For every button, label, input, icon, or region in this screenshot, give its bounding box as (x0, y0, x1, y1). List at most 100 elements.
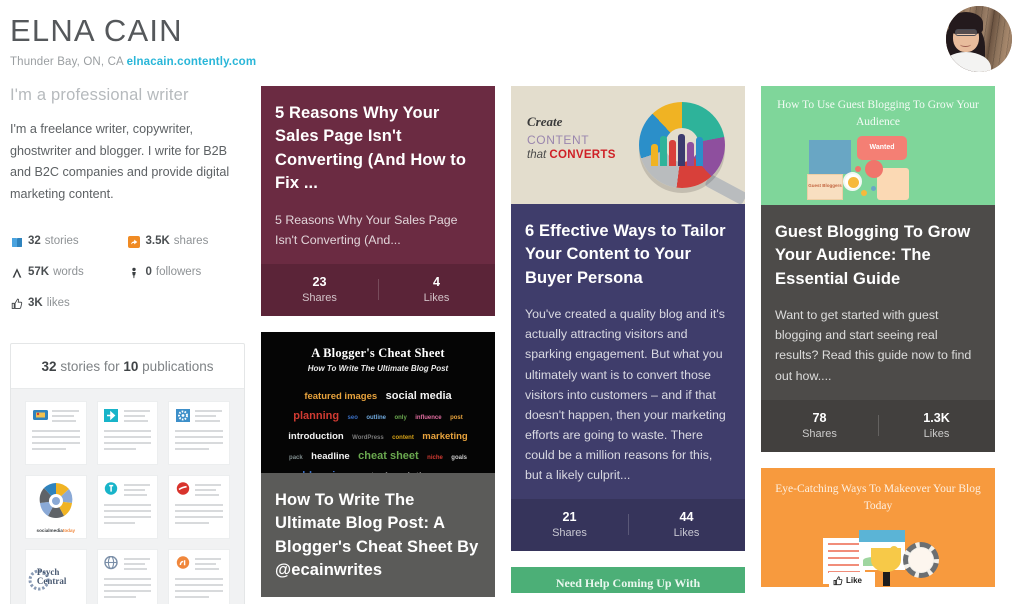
stat-value: 3.5K (145, 235, 170, 248)
card-image-converts: Create CONTENT that CONVERTS (511, 86, 745, 204)
word-cloud-word: post (450, 414, 463, 421)
publication-card[interactable] (96, 548, 159, 604)
card-content: How To Write The Ultimate Blog Post: A B… (261, 473, 495, 597)
avatar-smile (960, 42, 971, 47)
publication-card[interactable]: Psych Central (25, 548, 87, 604)
guest-board-graphic (809, 140, 851, 174)
shares-label: Shares (802, 427, 837, 440)
word-cloud-word: seo (347, 414, 358, 421)
word-cloud-word: outline (366, 414, 387, 421)
stat-label: likes (46, 297, 70, 310)
publication-card[interactable] (96, 400, 159, 465)
column-3: How To Use Guest Blogging To Grow Your A… (761, 86, 995, 604)
publications-count: 10 (123, 358, 139, 374)
likes-count: 44 (679, 510, 694, 525)
socialmediatoday-wordmark: socialmedia (36, 528, 63, 534)
avatar[interactable] (946, 6, 1012, 72)
card-content: Guest Blogging To Grow Your Audience: Th… (761, 205, 995, 400)
word-cloud: featured images social media planning se… (261, 385, 495, 473)
likes-count: 4 (432, 274, 440, 289)
stat-stories: 32 stories (10, 236, 128, 249)
card-stats-footer: 21 Shares 44 Likes (511, 499, 745, 552)
socialmediatoday-logo (36, 481, 76, 526)
publication-card[interactable]: socialmediatoday (25, 474, 87, 539)
word-cloud-word: meta description (357, 471, 433, 473)
card-title: How To Write The Ultimate Blog Post: A B… (275, 490, 479, 580)
card-image-makeover: Eye-Catching Ways To Makeover Your Blog … (761, 467, 995, 587)
makeover-like-button-graphic: Like (829, 571, 875, 587)
card-cheat-sheet[interactable]: A Blogger's Cheat Sheet How To Write The… (261, 331, 495, 597)
word-cloud-word: WordPress (352, 434, 384, 441)
stat-value: 3K (28, 297, 43, 310)
stat-label: words (53, 266, 84, 279)
makeover-trophy-graphic (871, 547, 901, 586)
card-shares: 78 Shares (761, 411, 878, 440)
word-cloud-word: blogging (302, 470, 348, 473)
word-cloud-word: featured images (304, 390, 378, 402)
avatar-glasses (955, 29, 977, 36)
word-cloud-word: niche (427, 454, 443, 461)
header-subtitle: Thunder Bay, ON, CA elnacain.contently.c… (10, 56, 1024, 68)
word-cloud-word: introduction (288, 430, 344, 442)
publication-card[interactable] (25, 400, 87, 465)
stat-likes: 3K likes (10, 298, 128, 311)
card-makeover[interactable]: Eye-Catching Ways To Makeover Your Blog … (761, 467, 995, 587)
stats-list: 32 stories 3.5K shares 57K words 0 follo… (10, 236, 245, 329)
share-icon (128, 236, 141, 249)
card-buyer-persona[interactable]: Create CONTENT that CONVERTS 6 Effective… (511, 86, 745, 552)
card-sales-page[interactable]: 5 Reasons Why Your Sales Page Isn't Conv… (261, 86, 495, 316)
psychcentral-logo: Psych Central (28, 564, 84, 598)
page-header: ELNA CAIN Thunder Bay, ON, CA elnacain.c… (0, 0, 1024, 86)
shares-count: 23 (312, 274, 327, 289)
website-link[interactable]: elnacain.contently.com (127, 56, 257, 68)
column-2: Create CONTENT that CONVERTS 6 Effective… (511, 86, 745, 604)
stat-words: 57K words (10, 267, 128, 280)
bio-text: I'm a freelance writer, copywriter, ghos… (10, 122, 230, 201)
thumbs-up-icon (10, 298, 23, 311)
card-content: 5 Reasons Why Your Sales Page Isn't Conv… (261, 86, 495, 264)
magnifier-handle (704, 173, 745, 204)
publication-card[interactable] (168, 548, 230, 604)
stat-value: 32 (28, 235, 41, 248)
makeover-like-label: Like (846, 576, 863, 586)
card-need-help[interactable]: Need Help Coming Up With (511, 567, 745, 594)
need-help-image-title: Need Help Coming Up With (555, 576, 701, 591)
likes-label: Likes (673, 527, 700, 540)
orange-circle-logo (175, 556, 191, 571)
card-guest-blogging[interactable]: How To Use Guest Blogging To Grow Your A… (761, 86, 995, 452)
word-cloud-word: social media (385, 389, 452, 402)
guest-note-text: Guest Bloggers (808, 183, 842, 188)
stat-value: 0 (145, 266, 152, 279)
teal-arrow-logo (104, 408, 120, 423)
card-image-cheat-sheet: A Blogger's Cheat Sheet How To Write The… (261, 331, 495, 473)
publication-card[interactable] (168, 400, 230, 465)
psychcentral-wordmark2: Central (36, 575, 67, 586)
converts-line-3: that CONVERTS (527, 149, 616, 161)
stat-label: stories (44, 235, 79, 248)
converts-line-2: CONTENT (527, 133, 590, 147)
stat-shares: 3.5K shares (128, 236, 246, 249)
stories-count: 32 (41, 358, 57, 374)
shares-count: 78 (812, 410, 827, 425)
wanted-badge: Wanted (857, 136, 907, 161)
publication-card[interactable] (168, 474, 230, 539)
cards-area: 5 Reasons Why Your Sales Page Isn't Conv… (261, 86, 1024, 604)
stat-label: shares (173, 235, 209, 248)
publication-card[interactable] (96, 474, 159, 539)
card-stats-footer: 78 Shares 1.3K Likes (761, 399, 995, 452)
stat-label: followers (155, 266, 202, 279)
guest-dot-1 (855, 166, 861, 172)
card-excerpt: You've created a quality blog and it's a… (525, 307, 726, 483)
shares-label: Shares (302, 291, 337, 304)
sidebar: I'm a professional writer I'm a freelanc… (10, 86, 245, 604)
person-icon (128, 267, 141, 280)
letter-a-icon (10, 267, 23, 280)
guest-dot-3 (871, 186, 876, 191)
book-icon (10, 236, 23, 249)
location-text: Thunder Bay, ON, CA (10, 56, 124, 69)
cheat-sheet-image-title: A Blogger's Cheat Sheet (311, 345, 445, 360)
guest-avatar-2 (843, 172, 862, 191)
publications-panel: 32 stories for 10 publications socialmed… (10, 342, 245, 604)
card-content: 6 Effective Ways to Tailor Your Content … (511, 204, 745, 499)
page-body: I'm a professional writer I'm a freelanc… (0, 86, 1024, 604)
